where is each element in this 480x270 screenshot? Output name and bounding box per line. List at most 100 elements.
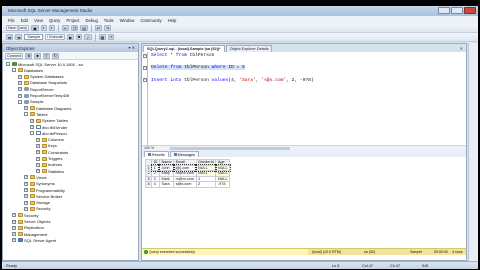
- parse-icon[interactable]: ✓: [84, 34, 92, 40]
- table-row[interactable]: 4 4 Sara s@s.com 2 -978: [144, 181, 231, 188]
- grid-cell[interactable]: NULL: [215, 170, 231, 177]
- expand-icon[interactable]: +: [24, 200, 28, 205]
- expand-icon[interactable]: +: [36, 137, 40, 142]
- menu-item-query[interactable]: Query: [49, 18, 60, 23]
- tree-node[interactable]: + Service Broker: [24, 193, 62, 199]
- collapse-icon[interactable]: -: [18, 99, 22, 104]
- undo-icon[interactable]: ↶: [94, 25, 102, 31]
- expand-icon[interactable]: +: [24, 188, 28, 192]
- grid-cell[interactable]: NULL: [214, 164, 231, 172]
- menu-item-tools[interactable]: Tools: [104, 18, 114, 23]
- outline-collapse-icon[interactable]: −: [143, 53, 147, 58]
- tree-node[interactable]: + Database Diagrams: [24, 105, 71, 111]
- expand-icon[interactable]: +: [18, 80, 22, 85]
- redo-icon[interactable]: ↷: [103, 25, 112, 31]
- tree-node[interactable]: + System Databases: [18, 74, 64, 80]
- change-connection-icon[interactable]: ⇆: [15, 34, 23, 40]
- tree-node[interactable]: + Triggers: [36, 156, 63, 162]
- menu-item-edit[interactable]: Edit: [21, 18, 28, 23]
- grid-cell[interactable]: m@m.com: [173, 170, 197, 177]
- menu-item-community[interactable]: Community: [140, 18, 161, 23]
- grid-cell[interactable]: NULL: [215, 175, 231, 182]
- tree-node[interactable]: + ReportServer: [18, 86, 54, 92]
- database-select[interactable]: Sample: [24, 34, 44, 40]
- expand-icon[interactable]: +: [18, 93, 22, 98]
- tree-node[interactable]: + Database Snapshots: [18, 80, 67, 86]
- tree-node[interactable]: + Server Objects: [12, 219, 50, 225]
- minimize-button[interactable]: [438, 7, 450, 14]
- refresh-icon[interactable]: ↻: [51, 52, 59, 59]
- tree-node[interactable]: - Tables: [24, 111, 48, 117]
- collapse-icon[interactable]: -: [12, 68, 16, 73]
- expand-icon[interactable]: +: [24, 181, 28, 186]
- tree-node[interactable]: + Replication: [12, 225, 44, 231]
- tree-node[interactable]: + Views: [24, 174, 47, 180]
- comment-icon[interactable]: ≡: [108, 34, 115, 40]
- tree-node[interactable]: + ReportServerTempDB: [18, 93, 69, 99]
- tree-node[interactable]: + Synonyms: [24, 181, 55, 187]
- tab-object-explorer-details[interactable]: Object Explorer Details: [225, 45, 273, 52]
- tree-node[interactable]: - Databases: [12, 67, 43, 73]
- right-dock-strip[interactable]: [468, 43, 478, 261]
- expand-icon[interactable]: +: [30, 118, 34, 123]
- expand-icon[interactable]: +: [24, 194, 28, 199]
- grid-cell[interactable]: m@m.com: [173, 175, 197, 182]
- open-file-icon[interactable]: ▣: [31, 25, 39, 31]
- close-tab-icon[interactable]: ✕: [460, 46, 463, 51]
- grid-cell[interactable]: 2: [195, 181, 217, 188]
- expand-icon[interactable]: +: [24, 175, 28, 180]
- results-to-grid-icon[interactable]: ▦: [98, 34, 107, 40]
- save-icon[interactable]: ▪: [40, 25, 47, 31]
- tab-messages[interactable]: Messages: [169, 151, 199, 157]
- outline-collapse-icon[interactable]: −: [143, 78, 147, 83]
- tree-node[interactable]: + Columns: [36, 137, 64, 143]
- tree-node[interactable]: + SQL Server Agent: [12, 237, 56, 243]
- menu-item-window[interactable]: Window: [120, 18, 135, 23]
- collapse-icon[interactable]: -: [24, 112, 28, 117]
- stop-icon[interactable]: ■: [76, 34, 83, 40]
- copy-icon[interactable]: ❐: [70, 25, 79, 31]
- tree-node[interactable]: + dbo.tblGender: [30, 124, 67, 130]
- maximize-button[interactable]: [451, 7, 463, 14]
- filter-icon[interactable]: ▽: [42, 52, 50, 59]
- cut-icon[interactable]: ✂: [61, 25, 69, 31]
- expand-icon[interactable]: +: [36, 162, 40, 167]
- results-grid[interactable]: ID Name Email GenderId Age 1 1 John j@j.com NULL N…: [144, 159, 231, 188]
- tree-node[interactable]: - Microsoft SQL Server 10.0.1600 - sa: [6, 61, 83, 67]
- menu-item-file[interactable]: File: [8, 18, 15, 23]
- tree-node[interactable]: - Sample: [18, 99, 44, 105]
- tree-node[interactable]: + Security: [12, 212, 38, 218]
- connect-icon[interactable]: ⇄: [6, 34, 14, 40]
- expand-icon[interactable]: +: [24, 206, 28, 211]
- sql-code-area[interactable]: − Select * from tblPerson − Delete from tbl…: [142, 52, 466, 145]
- tree-node[interactable]: + System Tables: [30, 118, 68, 124]
- expand-icon[interactable]: +: [18, 87, 22, 92]
- paste-icon[interactable]: ▤: [80, 25, 88, 31]
- tree-node[interactable]: + Management: [12, 231, 47, 237]
- expand-icon[interactable]: +: [36, 156, 40, 161]
- grid-cell[interactable]: 4: [151, 181, 160, 188]
- tree-node[interactable]: + Indexes: [36, 162, 62, 168]
- expand-icon[interactable]: +: [24, 106, 28, 111]
- expand-icon[interactable]: +: [12, 238, 16, 243]
- grid-cell[interactable]: Sara: [158, 181, 175, 188]
- grid-cell[interactable]: -978: [215, 181, 231, 188]
- menu-item-help[interactable]: Help: [168, 18, 177, 23]
- execute-button[interactable]: ! Execute: [45, 34, 66, 40]
- collapse-icon[interactable]: -: [30, 131, 34, 136]
- stop-icon[interactable]: ■: [34, 52, 41, 59]
- tree-node[interactable]: + Statistics: [36, 168, 64, 174]
- column-header[interactable]: GenderId: [195, 159, 217, 166]
- debug-icon[interactable]: ▶: [67, 34, 75, 40]
- tab-results[interactable]: Results: [144, 151, 169, 157]
- new-query-button[interactable]: New Query: [6, 25, 29, 31]
- tree-node[interactable]: + Storage: [24, 200, 50, 206]
- expand-icon[interactable]: +: [12, 213, 16, 218]
- outline-collapse-icon[interactable]: −: [143, 66, 147, 70]
- expand-icon[interactable]: +: [18, 74, 22, 79]
- expand-icon[interactable]: +: [12, 219, 16, 224]
- expand-icon[interactable]: +: [36, 150, 40, 155]
- menu-item-project[interactable]: Project: [66, 18, 79, 23]
- grid-cell[interactable]: s@s.com: [173, 181, 197, 188]
- collapse-icon[interactable]: -: [6, 62, 10, 66]
